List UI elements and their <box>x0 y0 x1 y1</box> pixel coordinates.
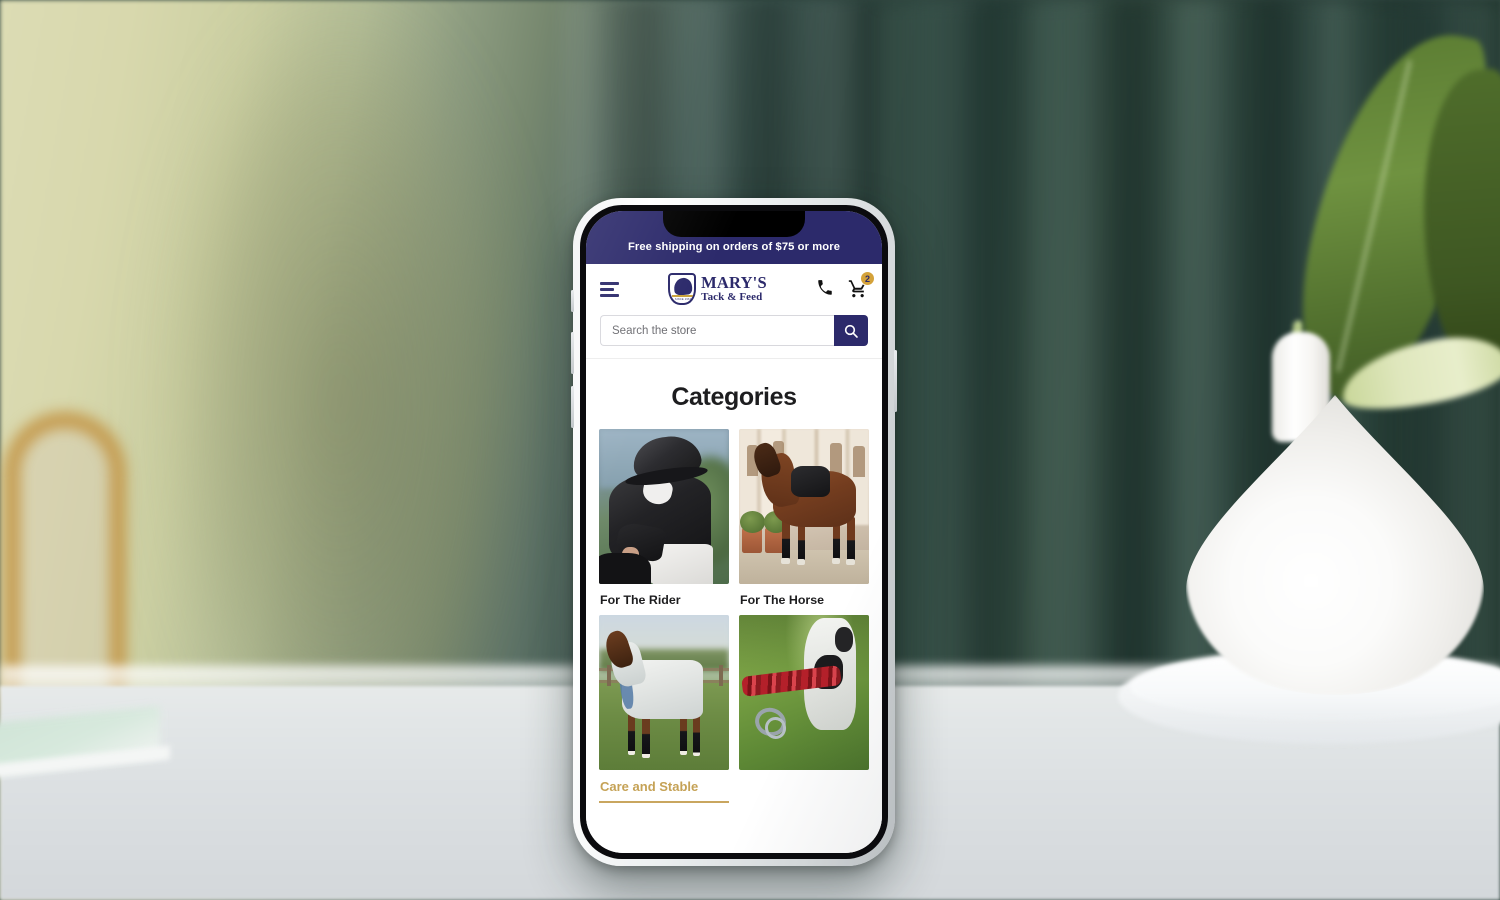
search-bar <box>586 313 882 358</box>
cart-count-badge: 2 <box>860 271 875 286</box>
search-button[interactable] <box>834 315 868 346</box>
shield-horse-logo-icon: SINCE 1962 <box>668 273 697 305</box>
smartphone-device: Free shipping on orders of $75 or more S… <box>571 198 897 866</box>
category-card-for-the-rider[interactable]: For The Rider <box>599 429 729 607</box>
category-label: For The Rider <box>600 593 681 607</box>
page-content: Categories For The Rider For The Horse C… <box>586 358 882 853</box>
page-title: Categories <box>671 383 797 411</box>
category-image-horse[interactable] <box>739 429 869 584</box>
hamburger-icon[interactable] <box>600 281 619 297</box>
category-gold-underline <box>599 801 729 803</box>
phone-screen: Free shipping on orders of $75 or more S… <box>586 211 882 853</box>
phone-notch <box>663 211 805 237</box>
search-input[interactable] <box>600 315 834 346</box>
brand-name: MARY'S <box>701 272 767 292</box>
shopping-cart-icon[interactable]: 2 <box>848 271 875 299</box>
category-image-care-stable[interactable] <box>599 615 729 770</box>
category-image-rider[interactable] <box>599 429 729 584</box>
horse-head-glyph <box>673 277 693 296</box>
scene-photo: Free shipping on orders of $75 or more S… <box>0 0 1500 900</box>
category-card-lead-rope[interactable] <box>739 615 869 803</box>
volume-up-button[interactable] <box>571 332 574 374</box>
site-header: SINCE 1962 MARY'S Tack & Feed 2 <box>586 264 882 313</box>
brand-logo[interactable]: SINCE 1962 MARY'S Tack & Feed <box>627 273 808 305</box>
logo-since-text: SINCE 1962 <box>674 298 692 301</box>
silent-switch[interactable] <box>571 290 574 312</box>
category-label: For The Horse <box>740 593 824 607</box>
power-button[interactable] <box>894 350 897 412</box>
category-label: Care and Stable <box>600 779 699 794</box>
phone-icon[interactable] <box>816 279 836 299</box>
category-card-care-and-stable[interactable]: Care and Stable <box>599 615 729 803</box>
logo-gold-band <box>672 295 695 297</box>
phone-bezel: Free shipping on orders of $75 or more S… <box>580 205 888 859</box>
volume-down-button[interactable] <box>571 386 574 428</box>
category-image-lead-rope[interactable] <box>739 615 869 770</box>
category-card-for-the-horse[interactable]: For The Horse <box>739 429 869 607</box>
header-actions: 2 <box>816 271 875 299</box>
categories-grid: For The Rider For The Horse Care and Sta… <box>599 429 869 803</box>
brand-text: MARY'S Tack & Feed <box>701 272 767 304</box>
category-label <box>739 770 869 779</box>
brand-subtitle: Tack & Feed <box>701 291 763 304</box>
